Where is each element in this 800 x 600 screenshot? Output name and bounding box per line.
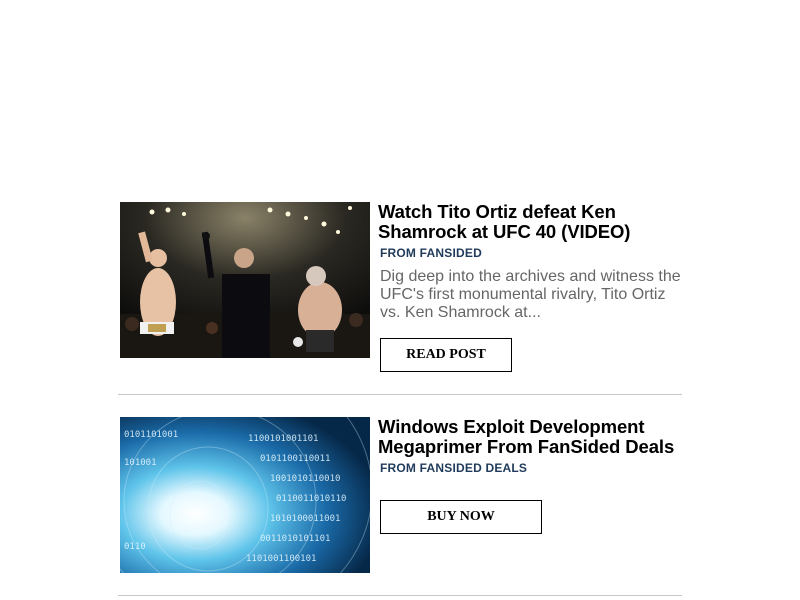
svg-text:1001010110010: 1001010110010: [270, 474, 340, 484]
binary-tunnel-image[interactable]: 1100101001101 0101100110011 100101011001…: [120, 417, 370, 573]
mma-fight-photo-graphic: [120, 202, 370, 358]
svg-text:0110011010110: 0110011010110: [276, 494, 346, 504]
feed-divider: [118, 595, 682, 596]
svg-text:1101001100101: 1101001100101: [246, 554, 316, 564]
feed-divider: [118, 394, 682, 395]
article-source: FROM FANSIDED: [380, 246, 482, 260]
svg-text:1100101001101: 1100101001101: [248, 434, 318, 444]
svg-text:0101101001: 0101101001: [124, 430, 178, 440]
svg-text:0011010101101: 0011010101101: [260, 534, 330, 544]
svg-text:0110: 0110: [124, 542, 146, 552]
binary-tunnel-graphic: 1100101001101 0101100110011 100101011001…: [120, 417, 370, 573]
mma-fight-photo[interactable]: [120, 202, 370, 358]
article-source: FROM FANSIDED DEALS: [380, 461, 528, 475]
article-title[interactable]: Watch Tito Ortiz defeat Ken Shamrock at …: [378, 202, 688, 242]
svg-text:1010100011001: 1010100011001: [270, 514, 340, 524]
buy-now-button[interactable]: BUY NOW: [380, 500, 542, 534]
feed-item: Watch Tito Ortiz defeat Ken Shamrock at …: [118, 202, 684, 395]
read-post-button[interactable]: READ POST: [380, 338, 512, 372]
svg-text:101001: 101001: [124, 458, 157, 468]
feed-item: 1100101001101 0101100110011 100101011001…: [118, 417, 684, 597]
svg-text:0101100110011: 0101100110011: [260, 454, 330, 464]
article-title[interactable]: Windows Exploit Development Megaprimer F…: [378, 417, 688, 457]
article-description: Dig deep into the archives and witness t…: [380, 268, 681, 321]
